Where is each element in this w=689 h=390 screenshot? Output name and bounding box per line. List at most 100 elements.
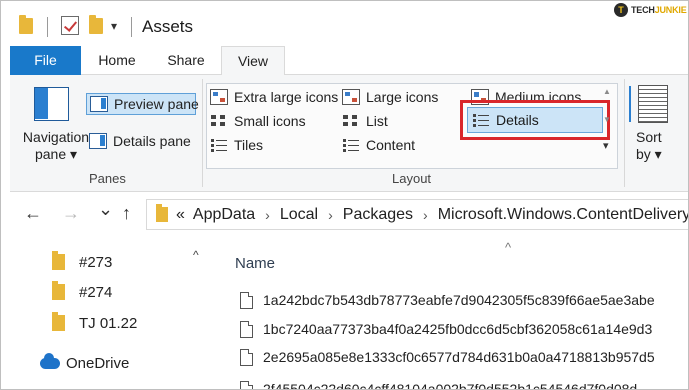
address-bar[interactable]: « AppData › Local › Packages › Microsoft… bbox=[146, 199, 689, 230]
file-icon bbox=[240, 320, 253, 338]
tiles-button[interactable]: Tiles bbox=[210, 134, 263, 156]
breadcrumb-content-delivery-manager[interactable]: Microsoft.Windows.ContentDeliveryManager bbox=[438, 206, 688, 224]
group-divider bbox=[202, 79, 203, 187]
details-pane-button[interactable]: Details pane bbox=[89, 130, 191, 152]
quick-access-dropdown[interactable]: ▾ bbox=[111, 19, 117, 33]
sort-ascending-icon: ^ bbox=[505, 240, 512, 255]
chevron-right-icon[interactable]: › bbox=[423, 207, 428, 223]
small-icons-button[interactable]: Small icons bbox=[210, 110, 306, 132]
file-row[interactable]: 1a242bdc7b543db78773eabfe7d9042305f5c839… bbox=[240, 289, 655, 311]
techjunkie-logo: T TECHJUNKIE bbox=[614, 3, 687, 17]
small-icons-label: Small icons bbox=[234, 113, 306, 129]
file-name: 2e2695a085e8e1333cf0c6577d784d631b0a0a47… bbox=[263, 349, 655, 365]
list-label: List bbox=[366, 113, 388, 129]
tab-file[interactable]: File bbox=[10, 46, 81, 75]
list-button[interactable]: List bbox=[342, 110, 388, 132]
details-button[interactable]: Details bbox=[467, 107, 603, 133]
details-pane-icon bbox=[89, 133, 107, 149]
breadcrumb-packages[interactable]: Packages bbox=[343, 206, 413, 224]
tab-home[interactable]: Home bbox=[88, 46, 146, 75]
preview-pane-label: Preview pane bbox=[114, 96, 199, 112]
scroll-up-icon[interactable]: ▲ bbox=[603, 87, 611, 96]
sort-by-icon[interactable] bbox=[629, 85, 668, 123]
navigation-bar: ← → ⌄ ↑ « AppData › Local › Packages › M… bbox=[10, 192, 689, 238]
folder-icon bbox=[52, 281, 65, 300]
panes-group-label: Panes bbox=[89, 171, 126, 186]
large-icons-button[interactable]: Large icons bbox=[342, 86, 438, 108]
navigation-pane: ^ #273 #274 TJ 01.22 OneDrive bbox=[10, 238, 210, 390]
separator bbox=[131, 17, 132, 37]
logo-mark: T bbox=[614, 3, 628, 17]
layout-group-label: Layout bbox=[392, 171, 432, 186]
preview-pane-button[interactable]: Preview pane bbox=[86, 93, 199, 115]
large-icons-label: Large icons bbox=[366, 89, 439, 105]
extra-large-icons-label: Extra large icons bbox=[234, 89, 339, 105]
title-bar: ▾ Assets T TECHJUNKIE bbox=[0, 0, 689, 46]
folder-icon bbox=[52, 251, 65, 270]
navigation-pane-icon[interactable] bbox=[34, 87, 69, 121]
tiles-icon bbox=[210, 137, 228, 153]
nav-item-label: OneDrive bbox=[66, 354, 130, 372]
nav-item-tj-01-22[interactable]: TJ 01.22 bbox=[52, 312, 137, 334]
sort-label-2: by ▾ bbox=[636, 146, 662, 162]
tab-view[interactable]: View bbox=[221, 46, 285, 76]
sort-by-button[interactable]: Sort by ▾ bbox=[636, 129, 662, 163]
column-header-name[interactable]: Name bbox=[235, 255, 275, 272]
properties-check-icon[interactable] bbox=[61, 16, 79, 35]
forward-arrow-icon[interactable]: → bbox=[62, 203, 80, 224]
file-name: 1bc7240aa77373ba4f0a2425fb0dcc6d5cbf3620… bbox=[263, 321, 653, 337]
file-icon bbox=[240, 348, 253, 366]
nav-item-274[interactable]: #274 bbox=[52, 281, 112, 303]
navigation-pane-button[interactable]: Navigation pane ▾ bbox=[17, 129, 95, 163]
onedrive-cloud-icon bbox=[40, 352, 60, 369]
tab-share[interactable]: Share bbox=[159, 46, 213, 75]
list-icon bbox=[342, 113, 360, 129]
small-icons-icon bbox=[210, 113, 228, 129]
back-arrow-icon[interactable]: ← bbox=[24, 203, 42, 224]
scroll-down-icon[interactable]: ▼ bbox=[603, 115, 611, 124]
chevron-right-icon[interactable]: › bbox=[265, 207, 270, 223]
file-name: 1a242bdc7b543db78773eabfe7d9042305f5c839… bbox=[263, 292, 655, 308]
file-name: 2f45504c22d60c4cff48104a002b7f0d552b1c54… bbox=[263, 381, 638, 390]
navigation-pane-label: Navigation bbox=[22, 129, 90, 145]
content-label: Content bbox=[366, 137, 416, 153]
file-row[interactable]: 1bc7240aa77373ba4f0a2425fb0dcc6d5cbf3620… bbox=[240, 318, 652, 340]
nav-item-onedrive[interactable]: OneDrive bbox=[40, 352, 129, 374]
large-icons-icon bbox=[342, 89, 360, 105]
extra-large-icons-icon bbox=[210, 89, 228, 105]
file-row[interactable]: 2f45504c22d60c4cff48104a002b7f0d552b1c54… bbox=[240, 378, 637, 390]
nav-item-273[interactable]: #273 bbox=[52, 251, 112, 273]
ribbon-view: Navigation pane ▾ Preview pane Details p… bbox=[10, 75, 689, 192]
new-folder-icon[interactable] bbox=[89, 15, 103, 34]
layout-gallery-scroll[interactable]: ▲ ▼ ▾ bbox=[600, 85, 616, 167]
details-icon bbox=[472, 112, 490, 128]
gallery-expand-icon[interactable]: ▾ bbox=[603, 139, 609, 152]
details-label: Details bbox=[496, 112, 539, 128]
breadcrumb-local[interactable]: Local bbox=[280, 206, 318, 224]
file-icon bbox=[240, 291, 253, 309]
folder-icon[interactable] bbox=[19, 15, 33, 34]
recent-locations-icon[interactable]: ⌄ bbox=[98, 199, 113, 220]
file-row[interactable]: 2e2695a085e8e1333cf0c6577d784d631b0a0a47… bbox=[240, 346, 655, 368]
chevron-right-icon[interactable]: › bbox=[328, 207, 333, 223]
separator bbox=[47, 17, 48, 37]
breadcrumb-overflow[interactable]: « bbox=[176, 206, 185, 224]
sort-label: Sort bbox=[636, 129, 662, 145]
nav-item-label: #273 bbox=[79, 253, 113, 271]
up-arrow-icon[interactable]: ↑ bbox=[122, 203, 131, 224]
tiles-label: Tiles bbox=[234, 137, 264, 153]
collapse-icon[interactable]: ^ bbox=[193, 248, 199, 262]
nav-item-label: #274 bbox=[79, 283, 113, 301]
breadcrumb-appdata[interactable]: AppData bbox=[193, 206, 255, 224]
content-button[interactable]: Content bbox=[342, 134, 415, 156]
logo-text: TECHJUNKIE bbox=[631, 5, 687, 15]
ribbon-tabs: File Home Share View bbox=[10, 46, 689, 76]
window-title: Assets bbox=[142, 17, 194, 36]
extra-large-icons-button[interactable]: Extra large icons bbox=[210, 86, 338, 108]
group-divider bbox=[624, 79, 625, 187]
nav-item-label: TJ 01.22 bbox=[79, 314, 138, 332]
folder-icon bbox=[156, 204, 168, 222]
file-list: ^ Name 1a242bdc7b543db78773eabfe7d904230… bbox=[210, 238, 689, 390]
details-highlight-box: Details bbox=[460, 100, 610, 140]
preview-pane-icon bbox=[90, 96, 108, 112]
